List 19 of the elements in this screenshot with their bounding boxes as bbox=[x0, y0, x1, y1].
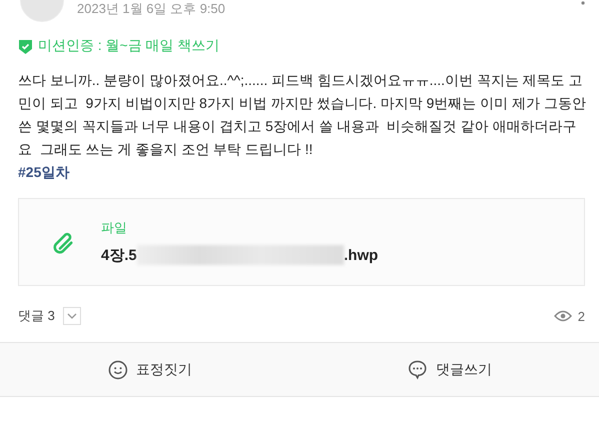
post-body: 쓰다 보니까.. 분량이 많아졌어요..^^;...... 피드백 힘드시겠어요ㅠㅠ....이번 꼭지는 제목도 고민이 되고 9가지 비법이지만 8가지 비법 까지만 썼습니다. 마지막 9번째는 이미 제가 그동안 쓴 몇몇의 꼭지들과 너무 내용이 겹치고 5장에서 쓸 내용과 비슷해질것 같아 애매하더라구요 그래도 쓰는 게 좋을지 조언 부탁 드립니다 !! bbox=[18, 71, 587, 159]
mission-label: 미션인증 : 월~금 매일 책쓰기 bbox=[38, 37, 220, 55]
attachment-card[interactable]: 파일 4장.5 .hwp bbox=[18, 198, 585, 286]
expand-toggle[interactable] bbox=[62, 307, 81, 325]
file-name: 4장.5 bbox=[101, 246, 137, 264]
file-extension: .hwp bbox=[344, 246, 378, 264]
emotion-button[interactable]: 표정짓기 bbox=[0, 343, 300, 396]
view-count: 2 bbox=[578, 308, 585, 324]
hashtag-link[interactable]: #25일차 bbox=[18, 161, 599, 184]
more-icon[interactable] bbox=[581, 0, 585, 6]
comment-count: 댓글 3 bbox=[18, 307, 55, 325]
smiley-icon bbox=[108, 360, 128, 380]
comment-button[interactable]: 댓글쓰기 bbox=[300, 343, 599, 396]
eye-icon bbox=[554, 310, 572, 322]
speech-bubble-icon bbox=[406, 359, 428, 380]
post-date: 2023년 1월 6일 오후 9:50 bbox=[77, 0, 226, 18]
file-label: 파일 bbox=[101, 219, 128, 237]
shield-check-icon bbox=[18, 38, 33, 54]
caret-icon bbox=[66, 313, 77, 319]
